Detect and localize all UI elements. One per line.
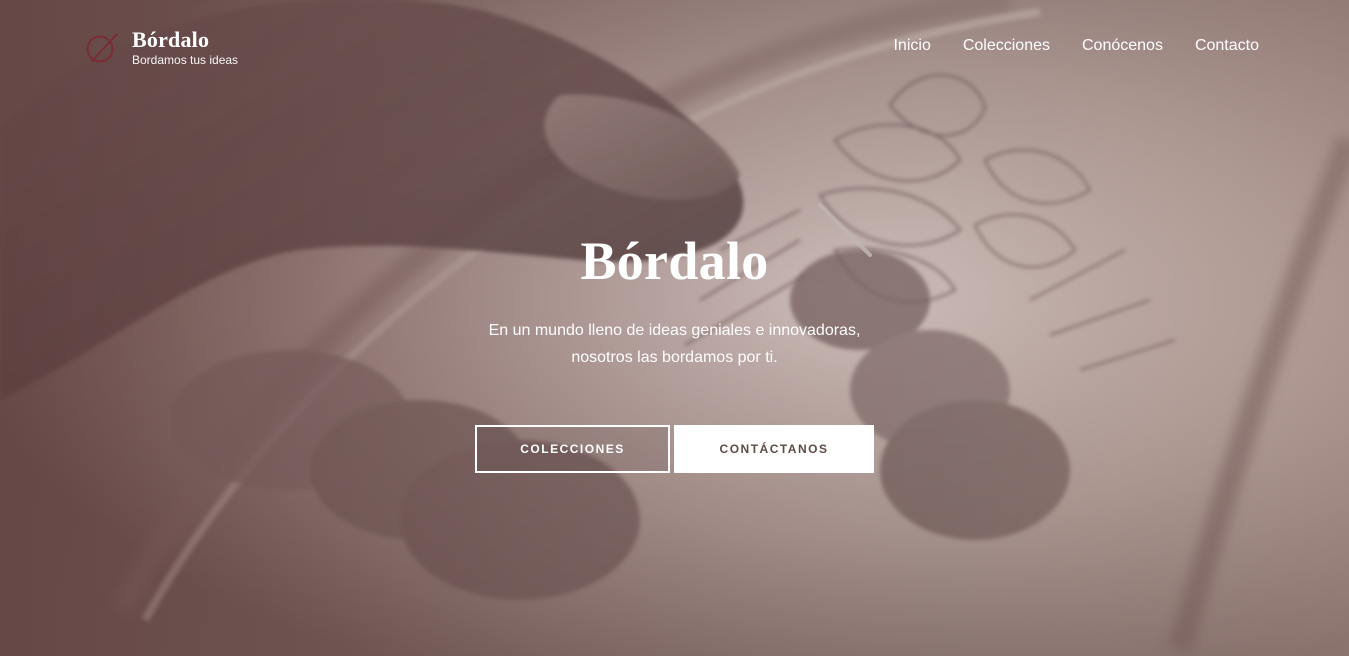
hero-button-group: COLECCIONES CONTÁCTANOS: [0, 425, 1349, 473]
hero-section: Bórdalo Bordamos tus ideas Inicio Colecc…: [0, 0, 1349, 656]
brand-text: Bórdalo Bordamos tus ideas: [132, 27, 239, 68]
nav-inicio-link[interactable]: Inicio: [893, 35, 930, 57]
hero-title: Bórdalo: [580, 231, 769, 291]
hero-subtitle-line-1: En un mundo lleno de ideas geniales e in…: [488, 322, 861, 339]
needle-thread-icon: [86, 32, 118, 62]
colecciones-button[interactable]: COLECCIONES: [475, 425, 670, 473]
brand-tagline: Bordamos tus ideas: [132, 53, 239, 67]
contactanos-button[interactable]: CONTÁCTANOS: [674, 425, 874, 473]
hero-subtitle-line-2: nosotros las bordamos por ti.: [571, 349, 778, 366]
hero-content: Bórdalo En un mundo lleno de ideas genia…: [0, 226, 1349, 473]
nav-contacto-link[interactable]: Contacto: [1195, 35, 1259, 57]
main-nav: Inicio Colecciones Conócenos Contacto: [893, 35, 1259, 57]
brand-name: Bórdalo: [132, 27, 210, 52]
nav-conocenos-link[interactable]: Conócenos: [1082, 35, 1163, 57]
nav-colecciones-link[interactable]: Colecciones: [963, 35, 1050, 57]
brand-link[interactable]: Bórdalo Bordamos tus ideas: [84, 28, 238, 67]
hero-subtitle: En un mundo lleno de ideas geniales e in…: [445, 317, 905, 371]
